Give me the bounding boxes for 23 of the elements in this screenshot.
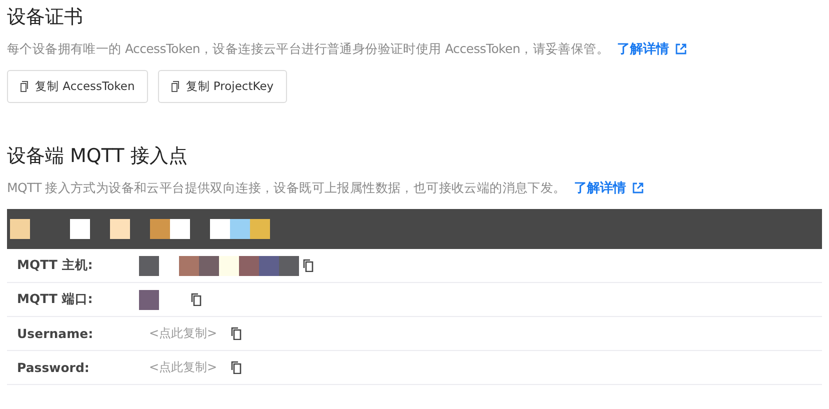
description: 每个设备拥有唯一的 AccessToken，设备连接云平台进行普通身份验证时使用 AccessToken，请妥善保管。: [7, 40, 609, 58]
field-label: MQTT 端口:: [17, 291, 94, 308]
external-link-icon: [674, 43, 687, 55]
section-title: 设备端 MQTT 接入点: [7, 144, 188, 169]
description: MQTT 接入方式为设备和云平台提供双向连接，设备既可上报属性数据，也可接收云端的消息下发。: [7, 180, 566, 196]
copy-button[interactable]: 复制 ProjectKey: [158, 70, 287, 103]
copy-link[interactable]: <点此复制>: [149, 359, 218, 376]
external-link-icon: [632, 182, 644, 194]
field-label: Password:: [17, 360, 90, 375]
copy-icon[interactable]: [231, 327, 242, 340]
copy-icon: [170, 81, 181, 92]
copy-icon: [20, 81, 30, 92]
redaction-drawing: [139, 290, 159, 310]
section-title: 设备证书: [7, 5, 84, 30]
learn-more-link[interactable]: 了解详情: [574, 179, 644, 197]
copy-button[interactable]: 复制 AccessToken: [7, 70, 148, 103]
learn-more-link[interactable]: 了解详情: [616, 40, 687, 58]
copy-icon[interactable]: [231, 361, 242, 374]
field-label: Username:: [17, 326, 94, 341]
copy-icon[interactable]: [303, 259, 314, 272]
field-label: MQTT 主机:: [17, 257, 94, 274]
copy-link[interactable]: <点此复制>: [149, 325, 218, 342]
copy-icon[interactable]: [191, 293, 202, 306]
